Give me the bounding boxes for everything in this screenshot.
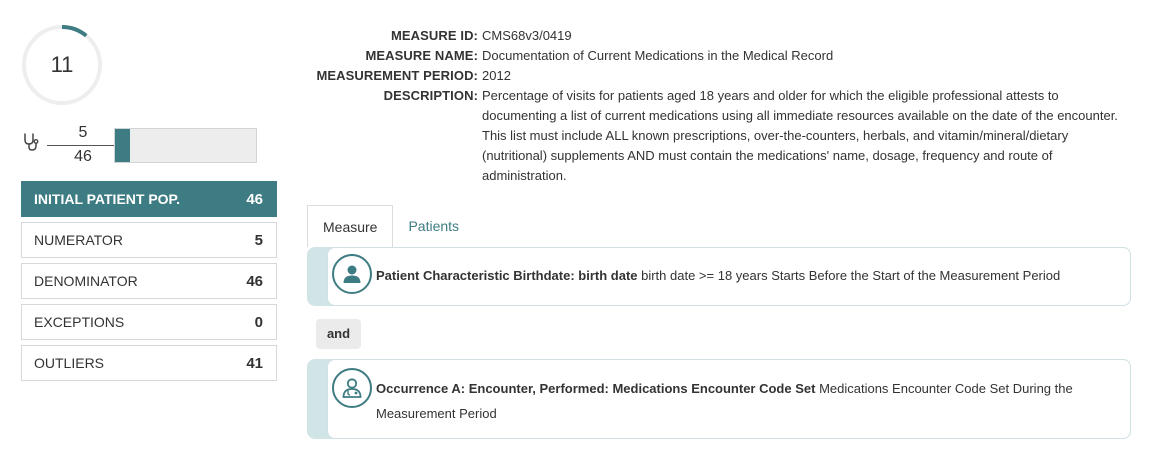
view-tabs: Measure Patients [307,205,474,247]
progress-fill [115,129,131,162]
population-list: INITIAL PATIENT POP. 46 NUMERATOR 5 DENOMINA… [21,181,277,386]
fraction-denominator: 46 [74,148,92,165]
population-count: 46 [246,190,263,208]
measurement-period-label: MEASUREMENT PERIOD: [316,68,478,83]
population-item-initial-patient-pop[interactable]: INITIAL PATIENT POP. 46 [21,181,277,217]
criterion-birthdate-title: Patient Characteristic Birthdate: birth … [376,268,638,283]
measure-info: MEASURE ID: CMS68v3/0419 MEASURE NAME: D… [300,26,1140,186]
conjunction-and: and [316,319,361,349]
numerator-denominator-summary: 5 46 [21,122,261,170]
performance-rate-ring: 11 [21,24,103,106]
fraction-numerator: 5 [78,124,88,141]
measure-name-label: MEASURE NAME: [365,48,478,63]
measure-name-value: Documentation of Current Medications in … [482,48,834,63]
performance-rate-value: 11 [50,52,74,77]
measure-id-value: CMS68v3/0419 [482,28,572,43]
description-label: DESCRIPTION: [383,88,478,103]
criterion-birthdate: Patient Characteristic Birthdate: birth … [307,247,1131,306]
population-item-numerator[interactable]: NUMERATOR 5 [21,222,277,258]
description-value: Percentage of visits for patients aged 1… [482,88,1118,183]
population-count: 46 [246,272,263,290]
criterion-encounter-card[interactable]: Occurrence A: Encounter, Performed: Medi… [327,359,1131,439]
population-label: OUTLIERS [34,355,105,371]
criterion-encounter-title: Occurrence A: Encounter, Performed: Medi… [376,381,816,396]
criterion-birthdate-card[interactable]: Patient Characteristic Birthdate: birth … [327,247,1131,306]
tab-patients[interactable]: Patients [393,205,474,247]
criterion-birthdate-text: birth date >= 18 years Starts Before the… [637,268,1061,283]
population-count: 5 [254,231,263,249]
population-label: INITIAL PATIENT POP. [34,191,180,207]
population-item-exceptions[interactable]: EXCEPTIONS 0 [21,304,277,340]
population-item-outliers[interactable]: OUTLIERS 41 [21,345,277,381]
measurement-period-value: 2012 [482,68,511,83]
numerator-progress-bar [114,128,257,163]
doctor-icon [332,368,372,408]
criterion-encounter: Occurrence A: Encounter, Performed: Medi… [307,359,1131,439]
population-count: 41 [246,354,263,372]
measure-id-row: MEASURE ID: CMS68v3/0419 [300,26,1140,46]
population-label: EXCEPTIONS [34,314,125,330]
tab-measure[interactable]: Measure [307,205,394,247]
patient-icon [332,254,372,294]
population-count: 0 [254,313,263,331]
measure-id-label: MEASURE ID: [390,28,478,43]
population-label: NUMERATOR [34,232,123,248]
population-label: DENOMINATOR [34,273,138,289]
description-row: DESCRIPTION: Percentage of visits for pa… [300,86,1140,186]
numerator-fraction: 5 46 [43,122,123,168]
population-item-denominator[interactable]: DENOMINATOR 46 [21,263,277,299]
stethoscope-icon [21,132,41,152]
measure-name-row: MEASURE NAME: Documentation of Current M… [300,46,1140,66]
measurement-period-row: MEASUREMENT PERIOD: 2012 [300,66,1140,86]
